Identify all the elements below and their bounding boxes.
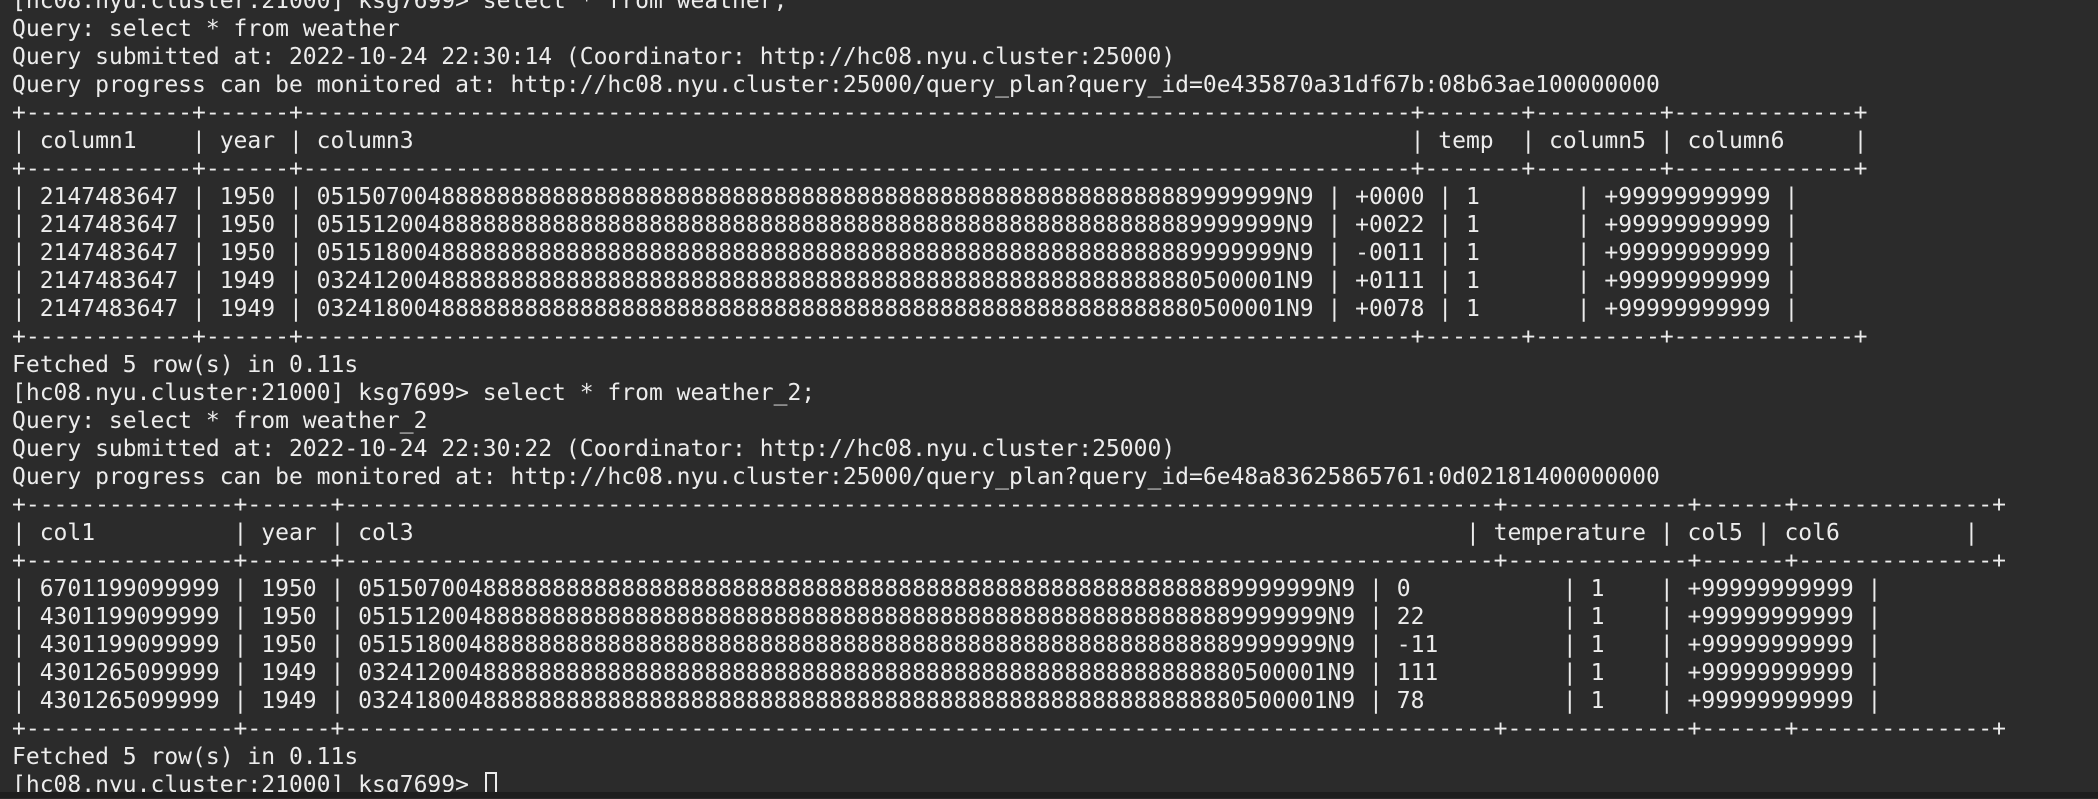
table-row: | 4301265099999 | 1949 | 032418004888888… bbox=[12, 688, 1882, 714]
terminal-line: Query: select * from weather bbox=[12, 16, 400, 42]
table-header: | col1 | year | col3 | temperature | col… bbox=[12, 520, 1979, 546]
table-border: +---------------+------+----------------… bbox=[12, 548, 2006, 574]
terminal-window[interactable]: [hc08.nyu.cluster:21000] ksg7699> select… bbox=[12, 0, 2092, 799]
table-border: +------------+------+-------------------… bbox=[12, 324, 1868, 350]
table-row: | 4301199099999 | 1950 | 051512004888888… bbox=[12, 604, 1882, 630]
table-row: | 2147483647 | 1950 | 051512004888888888… bbox=[12, 212, 1799, 238]
terminal-line: Query progress can be monitored at: http… bbox=[12, 464, 1660, 490]
table-border: +------------+------+-------------------… bbox=[12, 156, 1868, 182]
terminal-line: Query: select * from weather_2 bbox=[12, 408, 428, 434]
terminal-line: Query submitted at: 2022-10-24 22:30:22 … bbox=[12, 436, 1176, 462]
terminal-line: [hc08.nyu.cluster:21000] ksg7699> select… bbox=[12, 380, 816, 406]
table-row: | 6701199099999 | 1950 | 051507004888888… bbox=[12, 576, 1882, 602]
terminal-line: Query submitted at: 2022-10-24 22:30:14 … bbox=[12, 44, 1176, 70]
table-row: | 2147483647 | 1949 | 032418004888888888… bbox=[12, 296, 1799, 322]
terminal-line: Query progress can be monitored at: http… bbox=[12, 72, 1660, 98]
table-header: | column1 | year | column3 | temp | colu… bbox=[12, 128, 1868, 154]
table-border: +------------+------+-------------------… bbox=[12, 100, 1868, 126]
terminal-line: Fetched 5 row(s) in 0.11s bbox=[12, 352, 359, 378]
table-row: | 2147483647 | 1949 | 032412004888888888… bbox=[12, 268, 1799, 294]
table-row: | 2147483647 | 1950 | 051507004888888888… bbox=[12, 184, 1799, 210]
terminal-line: Fetched 5 row(s) in 0.11s bbox=[12, 744, 359, 770]
bottom-bar bbox=[0, 792, 2098, 798]
table-row: | 2147483647 | 1950 | 051518004888888888… bbox=[12, 240, 1799, 266]
table-row: | 4301199099999 | 1950 | 051518004888888… bbox=[12, 632, 1882, 658]
table-border: +---------------+------+----------------… bbox=[12, 492, 2006, 518]
table-row: | 4301265099999 | 1949 | 032412004888888… bbox=[12, 660, 1882, 686]
terminal-line: [hc08.nyu.cluster:21000] ksg7699> select… bbox=[12, 0, 788, 14]
table-border: +---------------+------+----------------… bbox=[12, 716, 2006, 742]
